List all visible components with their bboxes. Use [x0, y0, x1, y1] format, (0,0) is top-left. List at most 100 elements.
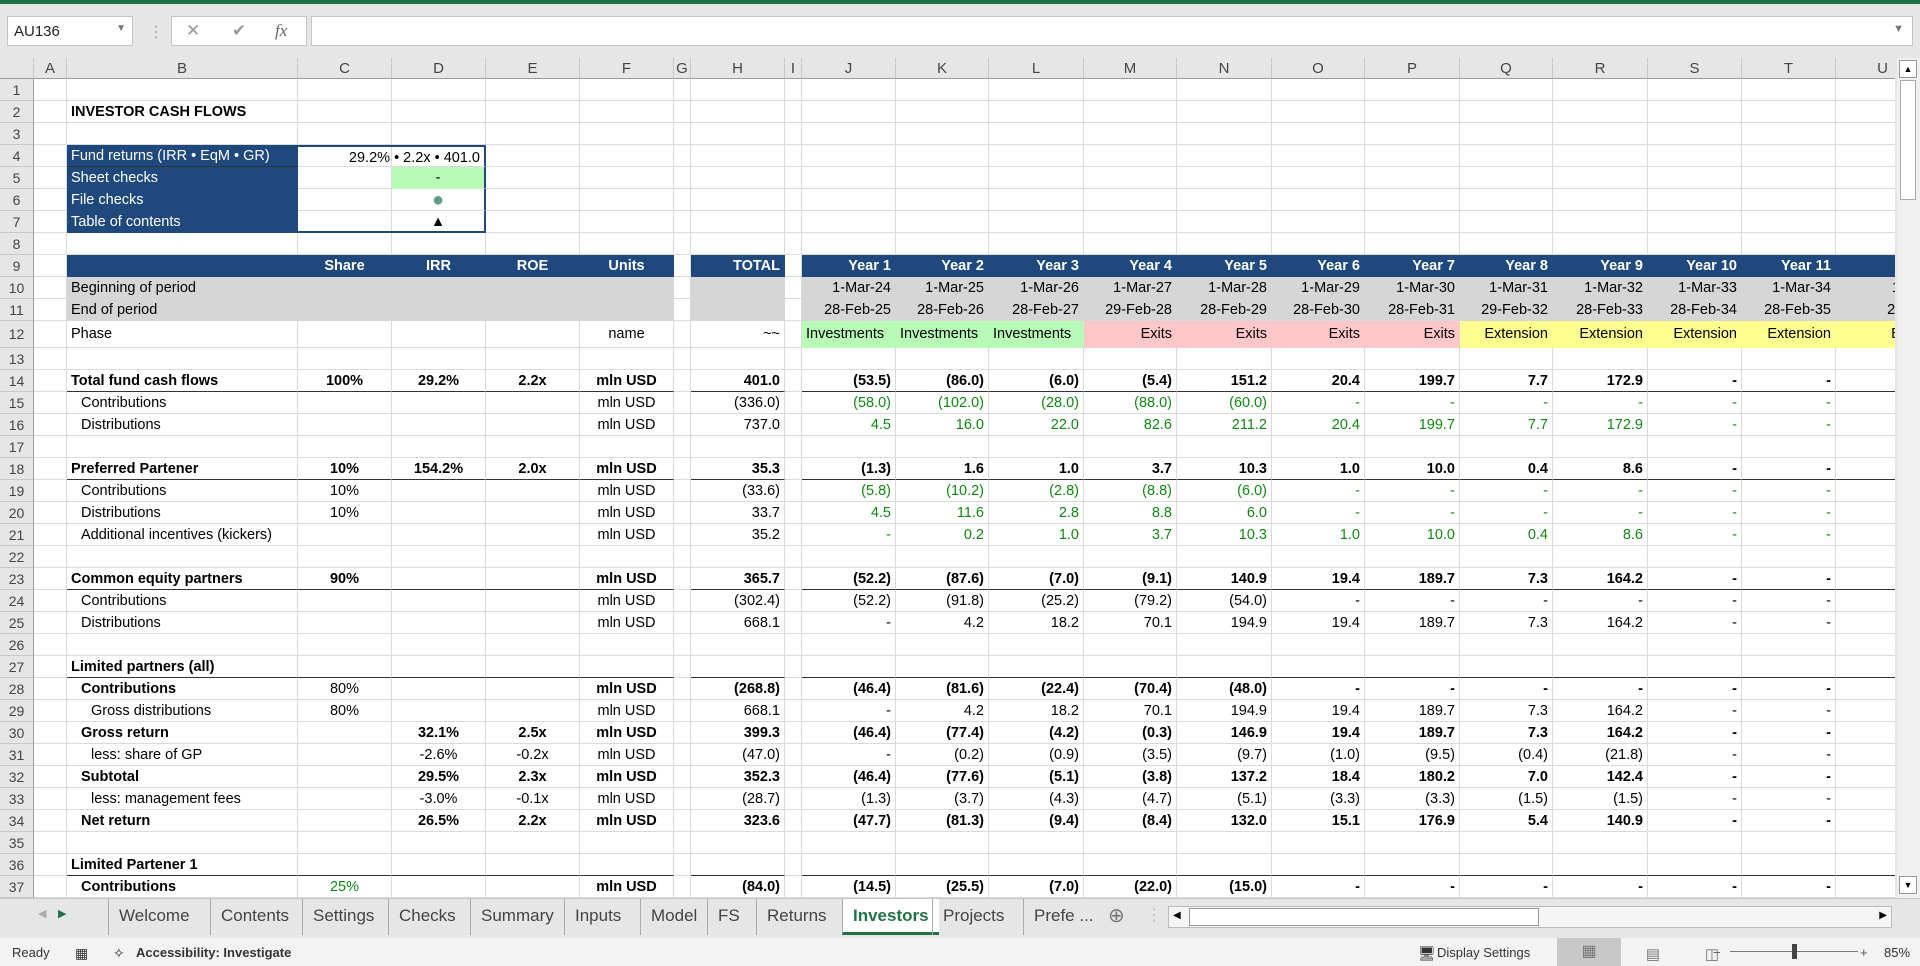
grid-cell[interactable] [1553, 189, 1648, 211]
grid-cell[interactable] [785, 299, 802, 321]
row-header-37[interactable]: 37 [0, 876, 34, 898]
grid-cell[interactable] [674, 233, 691, 255]
grid-cell[interactable] [785, 854, 802, 876]
grid-cell[interactable] [67, 79, 298, 101]
row-header-8[interactable]: 8 [0, 233, 34, 255]
grid-cell[interactable] [1460, 348, 1553, 370]
row-header-22[interactable]: 22 [0, 546, 34, 568]
grid-cell[interactable] [674, 167, 691, 189]
grid-cell[interactable] [1553, 233, 1648, 255]
column-header-j[interactable]: J [802, 58, 896, 79]
grid-cell[interactable] [896, 436, 989, 458]
zoom-slider-thumb[interactable] [1792, 944, 1797, 959]
grid-cell[interactable] [785, 167, 802, 189]
accessibility-icon[interactable]: ✧ [113, 945, 125, 962]
grid-cell[interactable] [674, 744, 691, 766]
grid-cell[interactable] [1648, 167, 1742, 189]
grid-cell[interactable] [34, 524, 67, 546]
column-header-i[interactable]: I [785, 58, 802, 79]
grid-cell[interactable] [298, 546, 392, 568]
grid-cell[interactable] [1742, 436, 1836, 458]
column-header-c[interactable]: C [298, 58, 392, 79]
grid-cell[interactable] [1742, 189, 1836, 211]
grid-cell[interactable] [1365, 123, 1460, 145]
sheet-tab-inputs[interactable]: Inputs [564, 899, 631, 935]
grid-cell[interactable] [785, 766, 802, 788]
grid-cell[interactable] [896, 189, 989, 211]
grid-cell[interactable] [1365, 233, 1460, 255]
grid-cell[interactable] [486, 436, 580, 458]
accessibility-status[interactable]: Accessibility: Investigate [136, 945, 291, 960]
grid-cell[interactable] [1836, 634, 1895, 656]
grid-cell[interactable] [1177, 167, 1272, 189]
grid-cell[interactable] [34, 145, 67, 167]
page-layout-view-icon[interactable]: ▤ [1621, 945, 1685, 963]
grid-cell[interactable] [785, 211, 802, 233]
grid-cell[interactable] [486, 211, 580, 233]
row-header-33[interactable]: 33 [0, 788, 34, 810]
grid-cell[interactable] [674, 722, 691, 744]
cancel-icon[interactable]: ✕ [186, 21, 200, 41]
grid-cell[interactable] [34, 722, 67, 744]
grid-cell[interactable] [674, 392, 691, 414]
row-header-18[interactable]: 18 [0, 458, 34, 480]
grid-cell[interactable] [1648, 123, 1742, 145]
grid-cell[interactable] [392, 233, 486, 255]
grid-cell[interactable] [691, 436, 785, 458]
row-header-24[interactable]: 24 [0, 590, 34, 612]
row-header-14[interactable]: 14 [0, 370, 34, 392]
grid-cell[interactable] [1084, 233, 1177, 255]
grid-cell[interactable] [1836, 123, 1895, 145]
row-header-20[interactable]: 20 [0, 502, 34, 524]
grid-cell[interactable] [785, 458, 802, 480]
column-header-s[interactable]: S [1648, 58, 1742, 79]
grid-cell[interactable] [802, 123, 896, 145]
grid-cell[interactable] [1836, 348, 1895, 370]
sheet-tab-returns[interactable]: Returns [756, 899, 837, 935]
grid-cell[interactable] [1648, 189, 1742, 211]
row-header-36[interactable]: 36 [0, 854, 34, 876]
grid-cell[interactable] [1177, 189, 1272, 211]
grid-cell[interactable] [674, 546, 691, 568]
grid-cell[interactable] [896, 546, 989, 568]
grid-cell[interactable] [989, 145, 1084, 167]
zoom-in-button[interactable]: + [1860, 945, 1868, 960]
grid-cell[interactable] [34, 189, 67, 211]
sheet-tab-welcome[interactable]: Welcome [108, 899, 200, 935]
grid-cell[interactable] [785, 123, 802, 145]
grid-cell[interactable] [1836, 167, 1895, 189]
row-header-1[interactable]: 1 [0, 79, 34, 101]
row-header-3[interactable]: 3 [0, 123, 34, 145]
grid-cell[interactable] [1553, 832, 1648, 854]
grid-cell[interactable] [674, 277, 691, 299]
display-settings-button[interactable]: Display Settings [1437, 945, 1530, 960]
grid-cell[interactable] [67, 634, 298, 656]
grid-cell[interactable] [67, 233, 298, 255]
grid-cell[interactable] [802, 79, 896, 101]
grid-cell[interactable] [785, 101, 802, 123]
grid-cell[interactable] [1648, 79, 1742, 101]
grid-cell[interactable] [1836, 79, 1895, 101]
normal-view-icon[interactable]: ▦ [1557, 938, 1621, 966]
grid-cell[interactable] [34, 876, 67, 898]
grid-cell[interactable] [1177, 123, 1272, 145]
grid-cell[interactable] [1272, 123, 1365, 145]
grid-cell[interactable] [34, 392, 67, 414]
grid-cell[interactable] [1084, 189, 1177, 211]
scroll-down-icon[interactable]: ▼ [1899, 876, 1917, 894]
grid-cell[interactable] [1365, 546, 1460, 568]
grid-cell[interactable] [1272, 167, 1365, 189]
grid-cell[interactable] [1742, 101, 1836, 123]
grid-cell[interactable] [1365, 189, 1460, 211]
column-header-k[interactable]: K [896, 58, 989, 79]
grid-cell[interactable] [785, 480, 802, 502]
grid-cell[interactable] [486, 123, 580, 145]
grid-cell[interactable] [34, 634, 67, 656]
row-header-2[interactable]: 2 [0, 101, 34, 123]
grid-cell[interactable] [34, 656, 67, 678]
grid-cell[interactable] [34, 79, 67, 101]
grid-cell[interactable] [392, 832, 486, 854]
grid-cell[interactable] [1177, 101, 1272, 123]
row-header-23[interactable]: 23 [0, 568, 34, 590]
sheet-tab-fs[interactable]: FS [707, 899, 750, 935]
